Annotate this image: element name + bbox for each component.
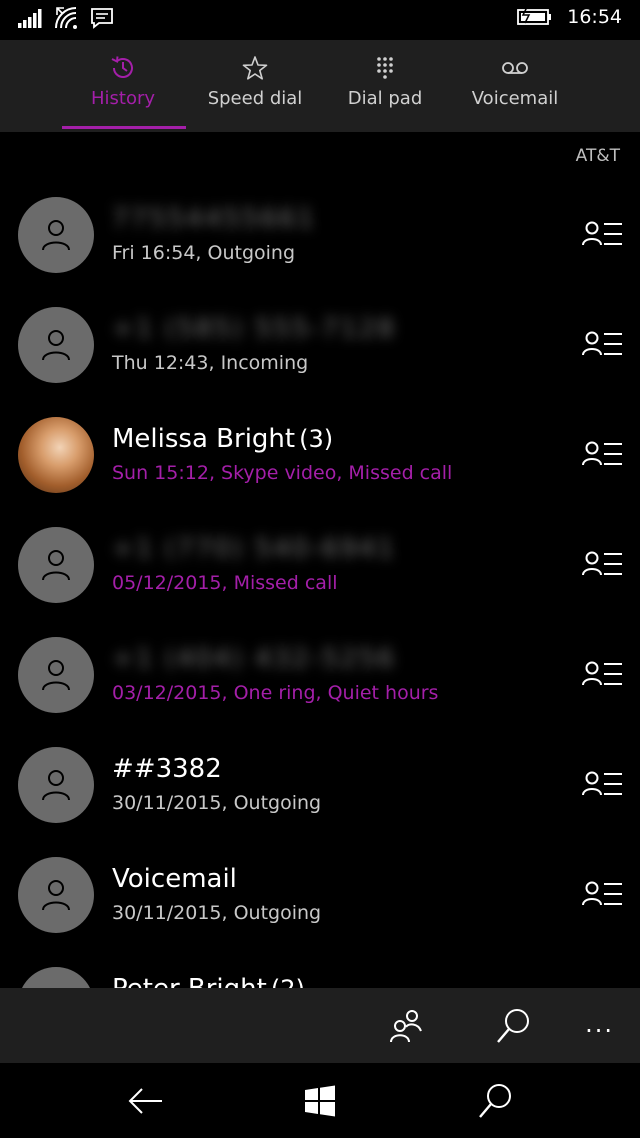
caller-name: 77554455661 xyxy=(112,204,316,234)
caller-name: Melissa Bright (3) xyxy=(112,424,334,454)
contact-details-button[interactable] xyxy=(582,218,624,252)
caller-name: Voicemail xyxy=(112,864,237,894)
voicemail-icon xyxy=(500,54,530,82)
windows-logo-icon xyxy=(305,1085,335,1117)
call-detail: 03/12/2015, One ring, Quiet hours xyxy=(112,682,439,704)
avatar xyxy=(18,307,94,383)
battery-charging-icon xyxy=(517,7,553,27)
call-row[interactable]: Melissa Bright (3) Sun 15:12, Skype video… xyxy=(0,400,640,510)
call-detail: 30/11/2015, Outgoing xyxy=(112,792,322,814)
call-row[interactable]: ##3382 30/11/2015, Outgoing xyxy=(0,730,640,840)
avatar xyxy=(18,637,94,713)
caller-name: +1 (770) 540-6941 xyxy=(112,534,396,564)
contacts-icon xyxy=(390,1010,422,1043)
more-options-button[interactable]: ... xyxy=(585,1010,614,1038)
tab-label: Dial pad xyxy=(347,88,423,109)
caller-name: ##3382 xyxy=(112,754,222,784)
person-icon xyxy=(42,880,70,911)
tab-history[interactable]: History xyxy=(58,40,188,132)
message-icon xyxy=(90,7,114,29)
tab-bar: History Speed dial Dial pad Voicemail xyxy=(0,40,640,132)
call-detail: Fri 16:54, Outgoing xyxy=(112,242,296,264)
call-history-list[interactable]: 77554455661 Fri 16:54, Outgoing +1 (585)… xyxy=(0,180,640,988)
call-detail: Sun 15:12, Skype video, Missed call xyxy=(112,462,453,484)
avatar xyxy=(18,967,94,988)
call-row[interactable]: Peter Bright(2) xyxy=(0,950,640,988)
avatar xyxy=(18,747,94,823)
avatar xyxy=(18,857,94,933)
person-icon xyxy=(42,660,70,691)
contact-details-button[interactable] xyxy=(582,878,624,912)
back-arrow-icon xyxy=(128,1088,162,1114)
contact-photo xyxy=(18,417,94,493)
call-row[interactable]: +1 (585) 555-7128 Thu 12:43, Incoming xyxy=(0,290,640,400)
star-icon xyxy=(241,54,269,82)
contact-list-icon xyxy=(582,331,622,356)
contact-details-button[interactable] xyxy=(582,438,624,472)
tab-voicemail[interactable]: Voicemail xyxy=(450,40,580,132)
call-row[interactable]: 77554455661 Fri 16:54, Outgoing xyxy=(0,180,640,290)
person-icon xyxy=(42,330,70,361)
app-bar: ... xyxy=(0,988,640,1063)
contact-list-icon xyxy=(582,661,622,686)
status-bar: 16:54 xyxy=(0,0,640,40)
search-button[interactable] xyxy=(494,1006,534,1046)
caller-name: Peter Bright(2) xyxy=(112,974,305,988)
call-row[interactable]: +1 (770) 540-6941 05/12/2015, Missed cal… xyxy=(0,510,640,620)
signal-icon xyxy=(18,8,44,28)
tab-label: Voicemail xyxy=(471,88,559,109)
person-icon xyxy=(42,550,70,581)
contact-list-icon xyxy=(582,881,622,906)
contact-list-icon xyxy=(582,551,622,576)
start-button[interactable] xyxy=(300,1081,340,1121)
search-icon xyxy=(479,1084,511,1118)
tab-speed-dial[interactable]: Speed dial xyxy=(190,40,320,132)
tab-label: History xyxy=(90,88,156,109)
wifi-icon xyxy=(54,6,80,30)
call-count: (3) xyxy=(299,425,334,453)
contact-list-icon xyxy=(582,221,622,246)
contact-list-icon xyxy=(582,771,622,796)
contact-details-button[interactable] xyxy=(582,548,624,582)
status-icons xyxy=(18,6,114,30)
history-icon xyxy=(109,54,137,82)
dialpad-icon xyxy=(373,54,397,82)
call-row[interactable]: Voicemail 30/11/2015, Outgoing xyxy=(0,840,640,950)
navigation-bar xyxy=(0,1063,640,1138)
avatar xyxy=(18,197,94,273)
call-detail: 30/11/2015, Outgoing xyxy=(112,902,322,924)
call-detail: Thu 12:43, Incoming xyxy=(112,352,309,374)
call-detail: 05/12/2015, Missed call xyxy=(112,572,338,594)
contact-details-button[interactable] xyxy=(582,768,624,802)
call-row[interactable]: +1 (404) 432-5256 03/12/2015, One ring, … xyxy=(0,620,640,730)
search-icon xyxy=(497,1009,529,1043)
call-count: (2) xyxy=(271,975,305,988)
contact-details-button[interactable] xyxy=(582,658,624,692)
contacts-button[interactable] xyxy=(386,1006,426,1046)
caller-name: +1 (585) 555-7128 xyxy=(112,314,396,344)
avatar xyxy=(18,527,94,603)
search-button[interactable] xyxy=(476,1081,516,1121)
contact-details-button[interactable] xyxy=(582,328,624,362)
person-icon xyxy=(42,770,70,801)
active-tab-indicator xyxy=(62,126,186,129)
contact-list-icon xyxy=(582,441,622,466)
tab-label: Speed dial xyxy=(207,88,303,109)
clock: 16:54 xyxy=(567,6,622,28)
back-button[interactable] xyxy=(126,1081,166,1121)
person-icon xyxy=(42,220,70,251)
caller-name: +1 (404) 432-5256 xyxy=(112,644,396,674)
carrier-label: AT&T xyxy=(575,146,620,166)
tab-dial-pad[interactable]: Dial pad xyxy=(320,40,450,132)
